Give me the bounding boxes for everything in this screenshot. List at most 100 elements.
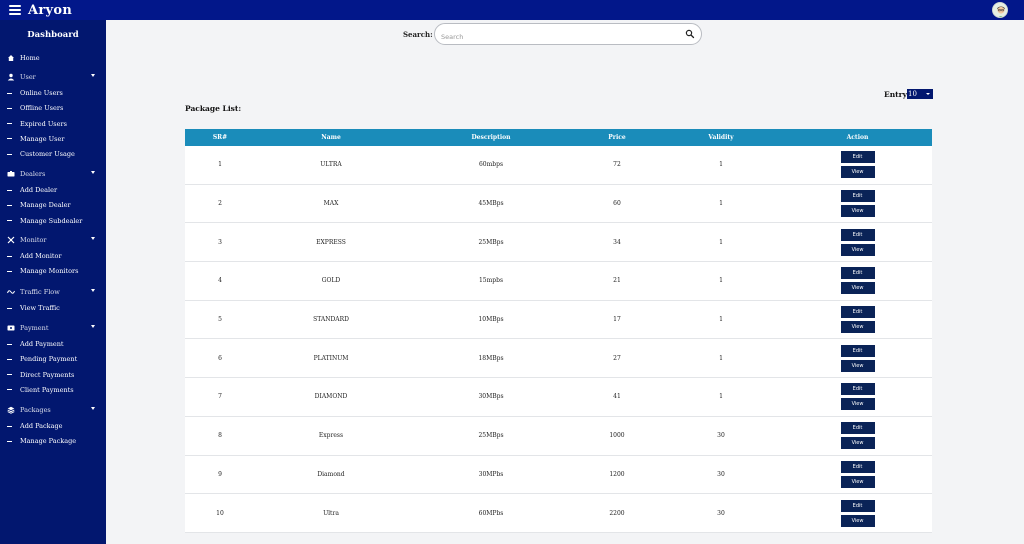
sidebar-item-add-dealer[interactable]: Add Dealer — [0, 184, 106, 196]
cell-sr: 7 — [218, 393, 222, 401]
dash-icon — [7, 343, 12, 345]
sidebar-section-user[interactable]: User — [0, 71, 106, 83]
sidebar-item-add-payment[interactable]: Add Payment — [0, 338, 106, 350]
view-button[interactable]: View — [840, 282, 875, 295]
cell-action: Edit View — [783, 306, 932, 334]
edit-button[interactable]: Edit — [840, 306, 875, 319]
sidebar-item-manage-monitors[interactable]: Manage Monitors — [0, 265, 106, 277]
search-icon[interactable] — [685, 29, 695, 39]
sidebar-item-view-traffic[interactable]: View Traffic — [0, 302, 106, 314]
sidebar-item-expired-users[interactable]: Expired Users — [0, 118, 106, 130]
search-input[interactable] — [441, 27, 676, 47]
view-button[interactable]: View — [840, 437, 875, 450]
sidebar-item-label: Direct Payments — [20, 370, 75, 379]
sidebar-item-add-package[interactable]: Add Package — [0, 420, 106, 432]
sidebar-item-manage-subdealer[interactable]: Manage Subdealer — [0, 215, 106, 227]
edit-button[interactable]: Edit — [840, 422, 875, 435]
sidebar-section-payment[interactable]: Payment — [0, 322, 106, 334]
view-button[interactable]: View — [840, 475, 875, 488]
edit-button[interactable]: Edit — [840, 383, 875, 396]
sidebar-section-packages[interactable]: Packages — [0, 404, 106, 416]
cell-description: 60mbps — [478, 161, 504, 169]
cell-validity: 30 — [717, 432, 725, 440]
sidebar-item-label: Manage Subdealer — [20, 216, 83, 225]
edit-button[interactable]: Edit — [840, 151, 875, 164]
table-row: 9 Diamond 30MPbs 1200 30 Edit View — [185, 456, 932, 495]
edit-button[interactable]: Edit — [840, 344, 875, 357]
view-button[interactable]: View — [840, 205, 875, 218]
cell-validity: 1 — [719, 354, 723, 362]
sidebar-item-manage-dealer[interactable]: Manage Dealer — [0, 199, 106, 211]
chevron-down-icon — [91, 289, 95, 292]
cell-description: 25MBps — [478, 238, 504, 246]
package-table: SR# Name Description Price Validity Acti… — [185, 129, 932, 533]
view-button[interactable]: View — [840, 398, 875, 411]
sidebar-section-label: Traffic Flow — [20, 288, 60, 296]
sidebar-item-label: Add Monitor — [20, 252, 62, 260]
table-row: 8 Express 25MBps 1000 30 Edit View — [185, 417, 932, 456]
table-row: 6 PLATINUM 18MBps 27 1 Edit View — [185, 339, 932, 379]
cell-price: 72 — [613, 161, 621, 169]
cell-action: Edit View — [783, 460, 932, 488]
sidebar: Dashboard Home User Online Users Offline Us… — [0, 20, 106, 544]
cell-name: MAX — [323, 200, 339, 208]
sidebar-section-dealers[interactable]: Dealers — [0, 168, 106, 180]
view-button[interactable]: View — [840, 166, 875, 179]
user-icon — [7, 73, 15, 81]
cell-name: Diamond — [317, 470, 345, 478]
cell-action: Edit View — [783, 151, 932, 179]
search-box — [434, 23, 702, 47]
edit-button[interactable]: Edit — [840, 190, 875, 203]
sidebar-item-home[interactable]: Home — [0, 52, 106, 64]
cell-sr: 8 — [218, 432, 222, 440]
cell-description: 10MBps — [478, 316, 504, 324]
edit-button[interactable]: Edit — [840, 499, 875, 512]
header-action: Action — [846, 134, 869, 141]
sidebar-section-monitor[interactable]: Monitor — [0, 234, 106, 246]
edit-button[interactable]: Edit — [840, 460, 875, 473]
sidebar-item-online-users[interactable]: Online Users — [0, 87, 106, 99]
table-row: 1 ULTRA 60mbps 72 1 Edit View — [185, 146, 932, 185]
sidebar-item-label: Manage Package — [20, 437, 77, 446]
view-button[interactable]: View — [840, 514, 875, 527]
payment-icon — [7, 324, 15, 332]
entry-select[interactable]: 10 — [907, 89, 933, 99]
table-row: 4 GOLD 15mpbs 21 1 Edit View — [185, 262, 932, 301]
sidebar-item-offline-users[interactable]: Offline Users — [0, 102, 106, 114]
sidebar-item-manage-package[interactable]: Manage Package — [0, 435, 106, 447]
sidebar-item-label: Online Users — [20, 89, 63, 97]
sidebar-item-pending-payment[interactable]: Pending Payment — [0, 353, 106, 365]
sidebar-item-label: Client Payments — [20, 385, 74, 394]
chevron-down-icon — [926, 93, 930, 95]
chevron-down-icon — [91, 325, 95, 328]
edit-button[interactable]: Edit — [840, 267, 875, 280]
table-row: 3 EXPRESS 25MBps 34 1 Edit View — [185, 223, 932, 263]
entry-label: Entry: — [884, 90, 910, 99]
dash-icon — [7, 92, 12, 94]
sidebar-item-label: Manage Dealer — [20, 201, 71, 210]
cell-sr: 2 — [218, 200, 222, 208]
view-button[interactable]: View — [840, 321, 875, 334]
sidebar-section-label: Dealers — [20, 170, 46, 178]
view-button[interactable]: View — [840, 243, 875, 256]
avatar[interactable] — [992, 2, 1008, 18]
sidebar-item-manage-user[interactable]: Manage User — [0, 133, 106, 145]
sidebar-item-client-payments[interactable]: Client Payments — [0, 384, 106, 396]
sidebar-section-label: Payment — [20, 324, 49, 332]
sidebar-item-direct-payments[interactable]: Direct Payments — [0, 369, 106, 381]
cell-validity: 30 — [717, 470, 725, 478]
dash-icon — [7, 270, 12, 272]
edit-button[interactable]: Edit — [840, 228, 875, 241]
cell-description: 18MBps — [478, 354, 504, 362]
sidebar-section-label: User — [20, 73, 36, 81]
cell-validity: 30 — [717, 509, 725, 517]
cell-sr: 1 — [218, 161, 222, 169]
view-button[interactable]: View — [840, 359, 875, 372]
sidebar-item-add-monitor[interactable]: Add Monitor — [0, 250, 106, 262]
hamburger-menu-icon[interactable] — [9, 5, 21, 15]
avatar-icon — [993, 3, 1007, 17]
cell-validity: 1 — [719, 238, 723, 246]
sidebar-section-traffic-flow[interactable]: Traffic Flow — [0, 286, 106, 298]
sidebar-item-customer-usage[interactable]: Customer Usage — [0, 148, 106, 160]
package-list-title: Package List: — [185, 104, 242, 113]
